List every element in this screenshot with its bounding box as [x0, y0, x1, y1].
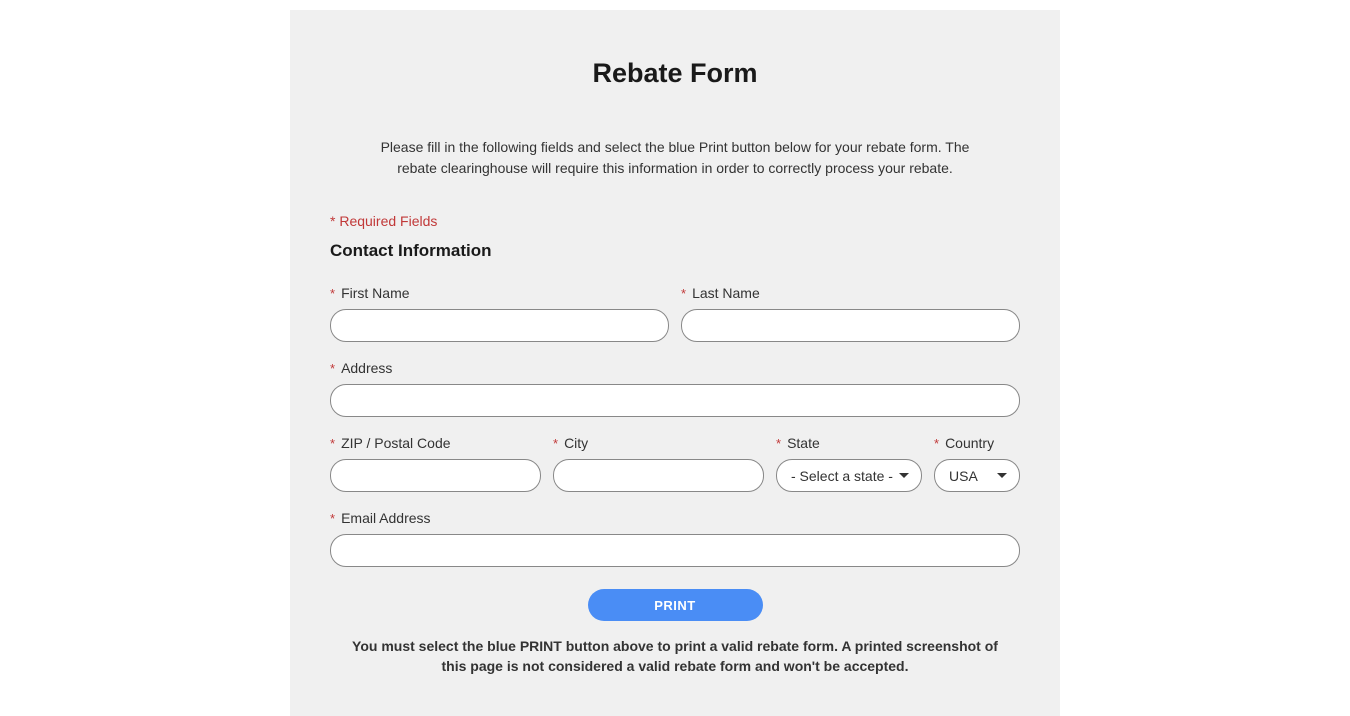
country-select[interactable]: USA	[934, 459, 1020, 492]
city-label: * City	[553, 435, 764, 451]
zip-label: * ZIP / Postal Code	[330, 435, 541, 451]
required-asterisk: *	[553, 436, 558, 451]
print-row: PRINT	[330, 589, 1020, 621]
first-name-label: * First Name	[330, 285, 669, 301]
last-name-field: * Last Name	[681, 285, 1020, 342]
email-row: * Email Address	[330, 510, 1020, 567]
required-asterisk: *	[776, 436, 781, 451]
required-asterisk: *	[330, 511, 335, 526]
country-label: * Country	[934, 435, 1020, 451]
required-asterisk: *	[330, 436, 335, 451]
required-asterisk: *	[934, 436, 939, 451]
first-name-field: * First Name	[330, 285, 669, 342]
city-field: * City	[553, 435, 764, 492]
first-name-label-text: First Name	[341, 285, 409, 301]
rebate-form-container: Rebate Form Please fill in the following…	[290, 10, 1060, 716]
state-field: * State - Select a state -	[776, 435, 922, 492]
email-field: * Email Address	[330, 510, 1020, 567]
instructions-text: Please fill in the following fields and …	[330, 137, 1020, 179]
address-field: * Address	[330, 360, 1020, 417]
state-label-text: State	[787, 435, 820, 451]
email-input[interactable]	[330, 534, 1020, 567]
address-row: * Address	[330, 360, 1020, 417]
zip-field: * ZIP / Postal Code	[330, 435, 541, 492]
email-label: * Email Address	[330, 510, 1020, 526]
location-row: * ZIP / Postal Code * City * State - Sel…	[330, 435, 1020, 492]
required-asterisk: *	[330, 286, 335, 301]
state-select[interactable]: - Select a state -	[776, 459, 922, 492]
country-label-text: Country	[945, 435, 994, 451]
first-name-input[interactable]	[330, 309, 669, 342]
required-asterisk: *	[330, 361, 335, 376]
zip-input[interactable]	[330, 459, 541, 492]
warning-text: You must select the blue PRINT button ab…	[330, 637, 1020, 676]
address-label-text: Address	[341, 360, 392, 376]
email-label-text: Email Address	[341, 510, 430, 526]
required-fields-note: * Required Fields	[330, 213, 1020, 229]
address-label: * Address	[330, 360, 1020, 376]
last-name-label: * Last Name	[681, 285, 1020, 301]
form-title: Rebate Form	[330, 58, 1020, 89]
country-field: * Country USA	[934, 435, 1020, 492]
name-row: * First Name * Last Name	[330, 285, 1020, 342]
last-name-input[interactable]	[681, 309, 1020, 342]
last-name-label-text: Last Name	[692, 285, 760, 301]
contact-info-heading: Contact Information	[330, 241, 1020, 261]
city-label-text: City	[564, 435, 588, 451]
print-button[interactable]: PRINT	[588, 589, 763, 621]
state-label: * State	[776, 435, 922, 451]
address-input[interactable]	[330, 384, 1020, 417]
zip-label-text: ZIP / Postal Code	[341, 435, 450, 451]
required-asterisk: *	[681, 286, 686, 301]
city-input[interactable]	[553, 459, 764, 492]
